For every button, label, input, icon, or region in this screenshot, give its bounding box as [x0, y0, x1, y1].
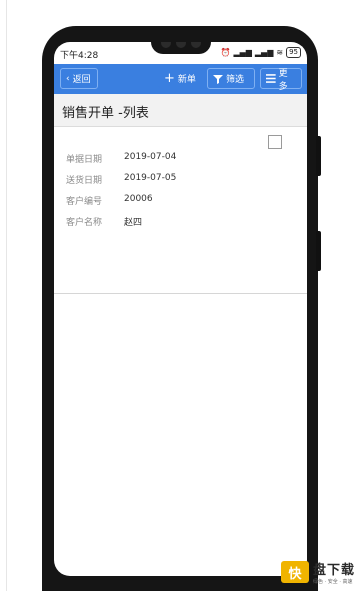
- field-value: 赵四: [124, 218, 143, 228]
- more-button-label: 更多: [278, 68, 288, 92]
- record-card[interactable]: 单据日期 2019-07-04 送货日期 2019-07-05 客户编号 200…: [54, 127, 307, 294]
- status-time: 下午4:28: [60, 51, 99, 61]
- menu-icon: [266, 74, 276, 83]
- new-button[interactable]: + 新单: [158, 68, 202, 89]
- field-label: 客户名称: [66, 218, 103, 228]
- filter-button[interactable]: 筛选: [207, 68, 255, 89]
- watermark-tagline: 绿色 · 安全 · 高速: [312, 579, 353, 585]
- field-row: 客户编号 20006: [66, 194, 153, 207]
- camera-notch: [151, 42, 211, 54]
- watermark: 快 盘下载 绿色 · 安全 · 高速: [280, 559, 355, 585]
- field-row: 客户名称 赵四: [66, 215, 142, 228]
- field-row: 单据日期 2019-07-04: [66, 152, 176, 165]
- field-row: 送货日期 2019-07-05: [66, 173, 176, 186]
- chevron-left-icon: ‹: [66, 73, 70, 84]
- new-button-label: 新单: [177, 75, 196, 85]
- signal-icon: ▂▄▆: [233, 48, 252, 57]
- field-label: 单据日期: [66, 155, 103, 165]
- volume-button: [316, 136, 321, 176]
- field-value: 20006: [124, 194, 153, 204]
- select-checkbox[interactable]: [268, 135, 282, 149]
- camera-icon: [161, 42, 171, 48]
- camera-icon: [176, 42, 186, 48]
- field-label: 送货日期: [66, 176, 103, 186]
- signal-icon: ▂▄▆: [254, 48, 274, 57]
- watermark-text: 盘下载 绿色 · 安全 · 高速: [313, 559, 355, 585]
- wifi-icon: ≋: [276, 48, 284, 57]
- battery-icon: 95: [286, 47, 301, 58]
- field-value: 2019-07-04: [124, 152, 177, 162]
- status-icons: ⏰ ▂▄▆ ▂▄▆ ≋ 95: [220, 47, 301, 58]
- plus-icon: +: [164, 71, 175, 86]
- funnel-icon: [213, 74, 223, 84]
- top-toolbar: ‹ 返回 + 新单 筛选 更多: [54, 64, 307, 94]
- camera-icon: [191, 42, 201, 48]
- field-value: 2019-07-05: [124, 173, 177, 183]
- title-bar: 销售开单 -列表: [54, 94, 307, 127]
- app-screen: 下午4:28 ⏰ ▂▄▆ ▂▄▆ ≋ 95 ‹ 返回 + 新单 筛选 更多 销售…: [54, 42, 307, 576]
- back-button-label: 返回: [72, 75, 91, 85]
- watermark-name: 盘下载: [312, 563, 355, 578]
- page-title: 销售开单 -列表: [62, 106, 149, 121]
- watermark-logo: 快: [280, 561, 309, 583]
- power-button: [316, 231, 321, 271]
- field-label: 客户编号: [66, 197, 103, 207]
- page-divider: [6, 0, 7, 591]
- alarm-icon: ⏰: [220, 48, 231, 57]
- more-button[interactable]: 更多: [260, 68, 302, 92]
- back-button[interactable]: ‹ 返回: [60, 68, 98, 89]
- filter-button-label: 筛选: [226, 75, 245, 85]
